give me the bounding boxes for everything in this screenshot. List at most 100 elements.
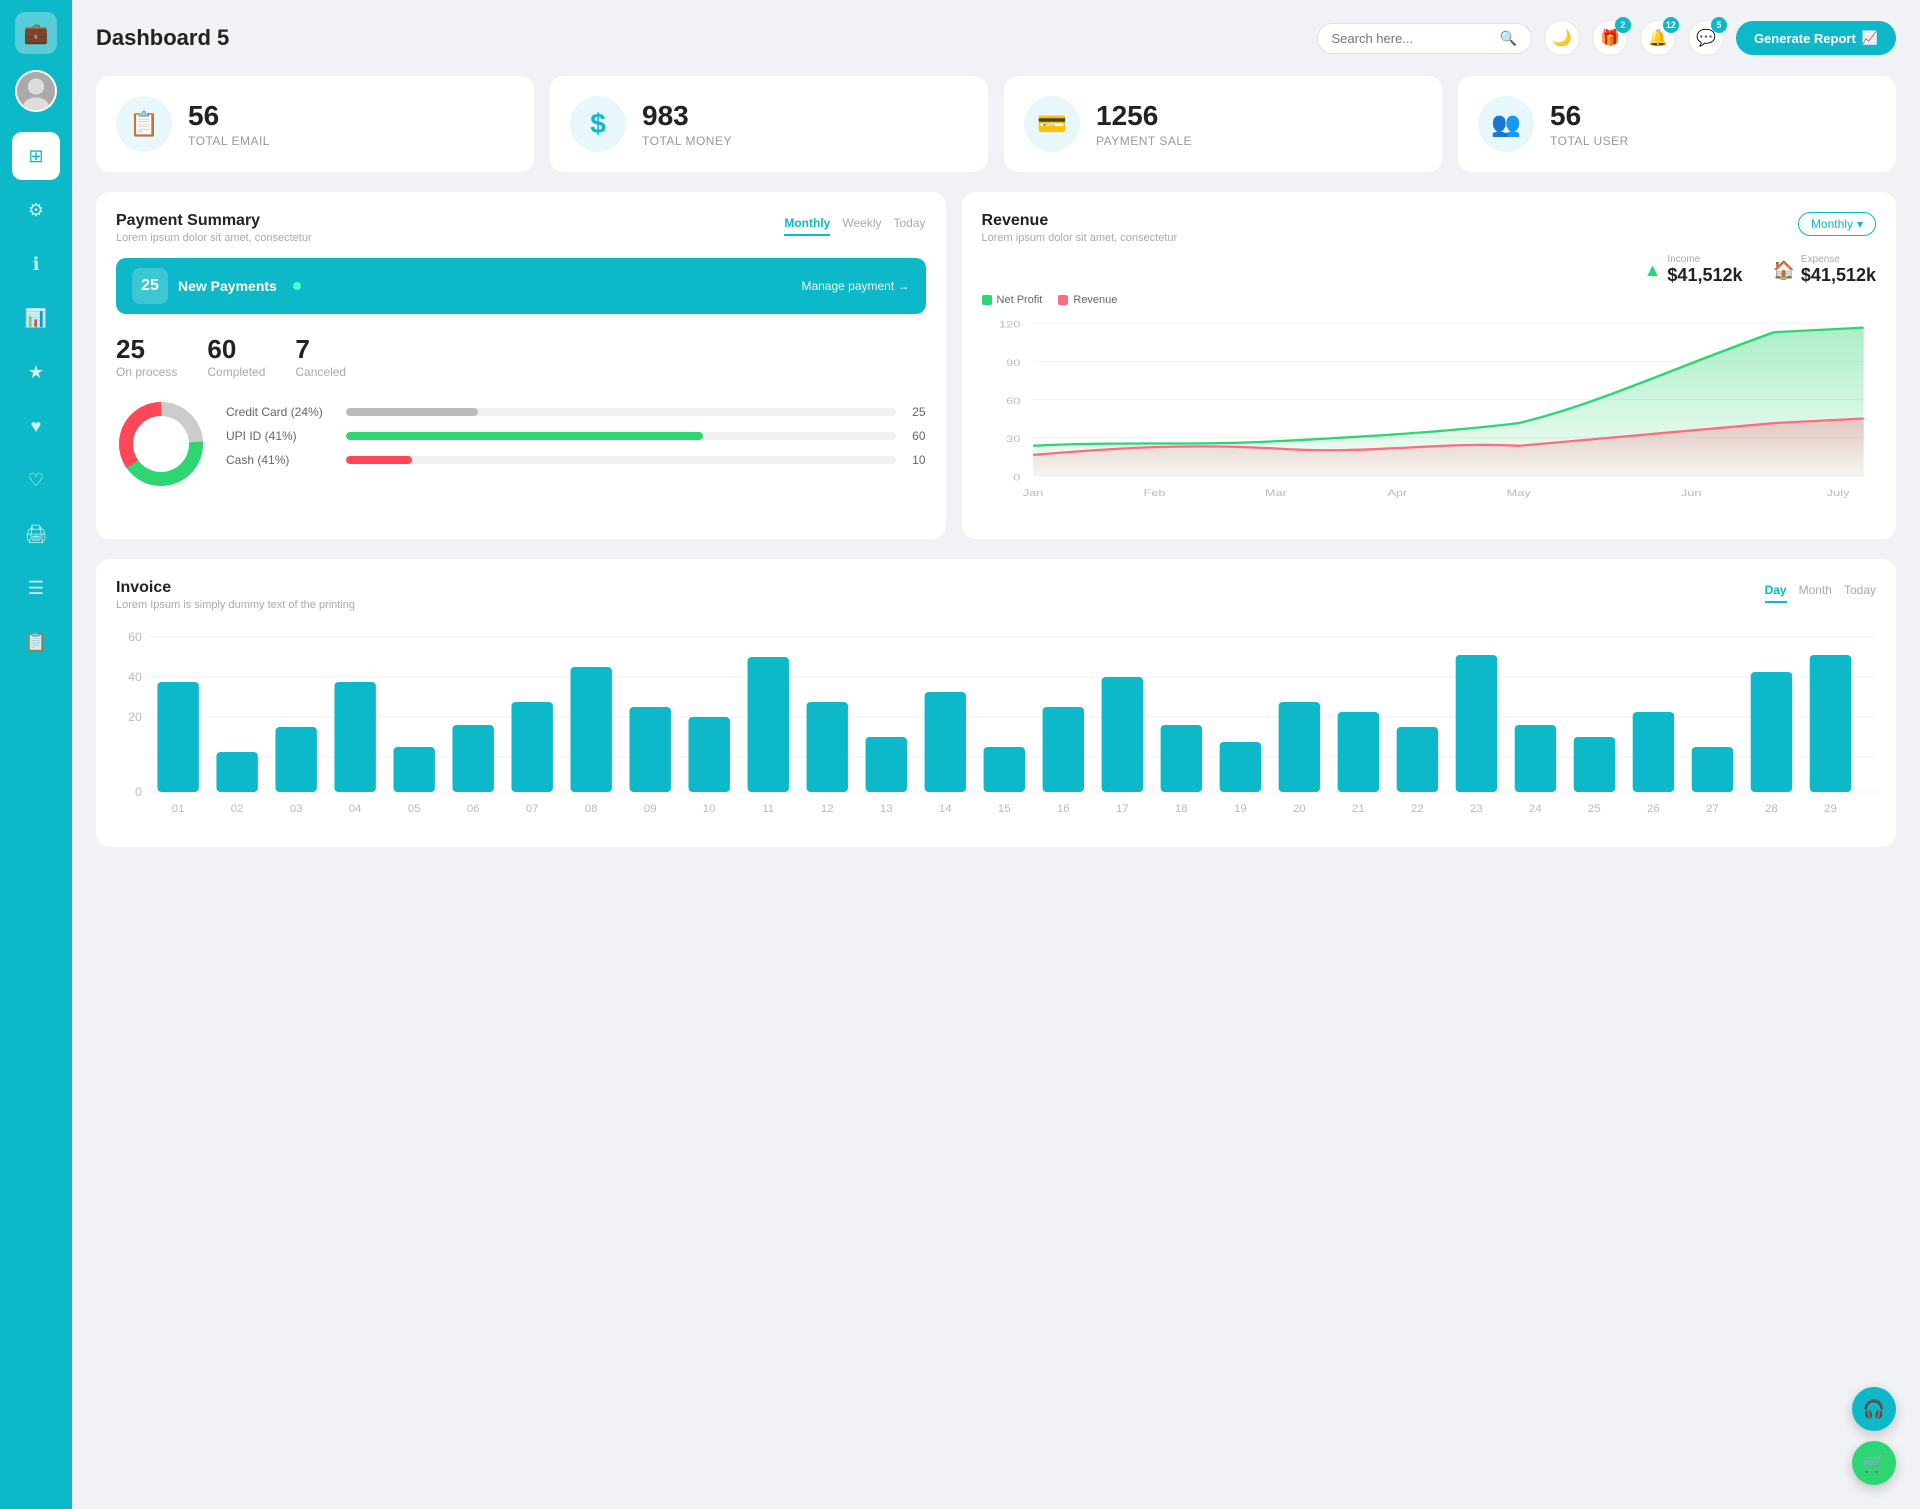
svg-text:02: 02: [231, 803, 244, 815]
user-icon: 👥: [1478, 96, 1534, 152]
svg-text:10: 10: [703, 803, 716, 815]
total-money-value: 983: [642, 100, 732, 132]
support-fab[interactable]: 🎧: [1852, 1387, 1896, 1431]
sidebar-item-heart2[interactable]: ♡: [12, 456, 60, 504]
sidebar-item-settings[interactable]: ⚙: [12, 186, 60, 234]
revenue-card: Revenue Lorem ipsum dolor sit amet, cons…: [962, 192, 1896, 539]
cash-bar: [346, 456, 412, 464]
payment-progress: Credit Card (24%) 25 UPI ID (41%) 60: [226, 405, 926, 477]
svg-text:Feb: Feb: [1143, 488, 1165, 498]
svg-text:May: May: [1506, 488, 1531, 498]
svg-text:Jan: Jan: [1022, 488, 1043, 498]
payment-summary-titles: Payment Summary Lorem ipsum dolor sit am…: [116, 212, 312, 244]
chat-button[interactable]: 💬 5: [1688, 20, 1724, 56]
svg-text:40: 40: [128, 670, 142, 684]
invoice-section: Invoice Lorem Ipsum is simply dummy text…: [96, 559, 1896, 847]
svg-text:04: 04: [349, 803, 362, 815]
svg-text:20: 20: [128, 710, 142, 724]
page-title: Dashboard 5: [96, 25, 229, 51]
progress-upi: UPI ID (41%) 60: [226, 429, 926, 443]
manage-payment-link[interactable]: Manage payment →: [801, 279, 909, 293]
sidebar-item-star[interactable]: ★: [12, 348, 60, 396]
svg-text:28: 28: [1765, 803, 1778, 815]
theme-toggle-button[interactable]: 🌙: [1544, 20, 1580, 56]
generate-report-button[interactable]: Generate Report 📈: [1736, 21, 1896, 55]
search-input[interactable]: [1332, 31, 1492, 46]
sidebar-logo[interactable]: 💼: [15, 12, 57, 54]
bell-badge: 12: [1663, 17, 1679, 33]
svg-text:0: 0: [1013, 473, 1020, 483]
svg-text:24: 24: [1529, 803, 1542, 815]
income-value: $41,512k: [1667, 265, 1742, 286]
new-payments-label: New Payments: [178, 278, 277, 294]
invoice-tab-day[interactable]: Day: [1765, 579, 1787, 603]
header: Dashboard 5 🔍 🌙 🎁 2 🔔 12 💬 5 Gen: [96, 20, 1896, 56]
heart-outline-icon: ♡: [28, 470, 44, 491]
header-right: 🔍 🌙 🎁 2 🔔 12 💬 5 Generate Report 📈: [1317, 20, 1897, 56]
expense-item: 🏠 Expense $41,512k: [1773, 254, 1877, 286]
payment-summary-tabs: Monthly Weekly Today: [784, 212, 925, 236]
svg-text:Apr: Apr: [1387, 488, 1407, 498]
stat-cards: 📋 56 TOTAL EMAIL $ 983 TOTAL MONEY 💳 125…: [96, 76, 1896, 172]
sidebar-item-printer[interactable]: 🖨: [12, 510, 60, 558]
chevron-down-icon: ▾: [1857, 217, 1863, 231]
payment-summary-title: Payment Summary: [116, 212, 312, 230]
tab-weekly[interactable]: Weekly: [842, 212, 881, 236]
income-label: Income: [1667, 254, 1742, 265]
headset-icon: 🎧: [1863, 1399, 1885, 1420]
on-process-label: On process: [116, 365, 177, 379]
completed-value: 60: [207, 334, 265, 365]
sidebar-item-list[interactable]: ☰: [12, 564, 60, 612]
income-icon: ▲: [1644, 260, 1662, 281]
progress-cash: Cash (41%) 10: [226, 453, 926, 467]
invoice-tab-today[interactable]: Today: [1844, 579, 1876, 603]
revenue-legend: Net Profit Revenue: [982, 294, 1876, 306]
sidebar-item-doc[interactable]: 📋: [12, 618, 60, 666]
tab-today[interactable]: Today: [893, 212, 925, 236]
gift-badge: 2: [1615, 17, 1631, 33]
avatar[interactable]: [15, 70, 57, 112]
svg-text:Mar: Mar: [1264, 488, 1286, 498]
new-payments-left: 25 New Payments: [132, 268, 301, 304]
stat-canceled: 7 Canceled: [295, 334, 346, 379]
cart-fab[interactable]: 🛒: [1852, 1441, 1896, 1485]
cash-count: 10: [906, 453, 926, 467]
tab-monthly[interactable]: Monthly: [784, 212, 830, 236]
new-payments-count: 25: [132, 268, 168, 304]
income-item: ▲ Income $41,512k: [1644, 254, 1743, 286]
svg-text:17: 17: [1116, 803, 1129, 815]
sidebar-item-info[interactable]: ℹ: [12, 240, 60, 288]
svg-text:90: 90: [1006, 358, 1020, 368]
revenue-header: Revenue Lorem ipsum dolor sit amet, cons…: [982, 212, 1876, 244]
gift-button[interactable]: 🎁 2: [1592, 20, 1628, 56]
invoice-header: Invoice Lorem Ipsum is simply dummy text…: [116, 579, 1876, 611]
net-profit-label: Net Profit: [997, 294, 1043, 306]
stat-email-info: 56 TOTAL EMAIL: [188, 100, 270, 148]
info-icon: ℹ: [33, 254, 40, 275]
svg-text:05: 05: [408, 803, 421, 815]
doc-icon: 📋: [25, 632, 47, 653]
sidebar-item-analytics[interactable]: 📊: [12, 294, 60, 342]
stat-card-money: $ 983 TOTAL MONEY: [550, 76, 988, 172]
svg-text:06: 06: [467, 803, 480, 815]
sidebar-item-dashboard[interactable]: ⊞: [12, 132, 60, 180]
svg-text:26: 26: [1647, 803, 1660, 815]
invoice-titles: Invoice Lorem Ipsum is simply dummy text…: [116, 579, 355, 611]
payment-icon: 💳: [1024, 96, 1080, 152]
stat-completed: 60 Completed: [207, 334, 265, 379]
money-icon: $: [570, 96, 626, 152]
upi-bar-bg: [346, 432, 896, 440]
legend-revenue: Revenue: [1058, 294, 1117, 306]
revenue-monthly-dropdown[interactable]: Monthly ▾: [1798, 212, 1876, 236]
invoice-title: Invoice: [116, 579, 355, 597]
sidebar-item-heart1[interactable]: ♥: [12, 402, 60, 450]
payment-summary-card: Payment Summary Lorem ipsum dolor sit am…: [96, 192, 946, 539]
income-info: Income $41,512k: [1667, 254, 1742, 286]
svg-text:08: 08: [585, 803, 598, 815]
credit-card-count: 25: [906, 405, 926, 419]
revenue-label: Revenue: [1073, 294, 1117, 306]
bell-button[interactable]: 🔔 12: [1640, 20, 1676, 56]
search-box[interactable]: 🔍: [1317, 23, 1532, 54]
invoice-tab-month[interactable]: Month: [1799, 579, 1832, 603]
svg-text:19: 19: [1234, 803, 1247, 815]
